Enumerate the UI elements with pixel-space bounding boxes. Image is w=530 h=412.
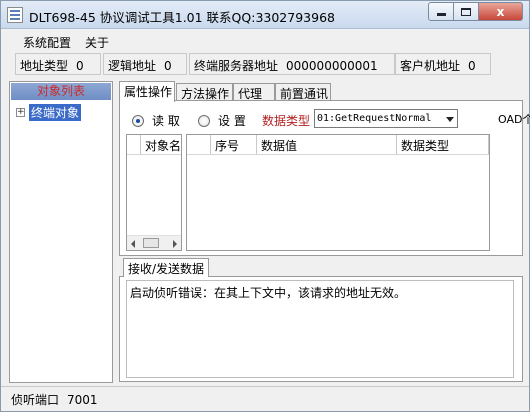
radio-checked-icon	[132, 114, 144, 127]
server-address-field[interactable]: 终端服务器地址 000000000001	[189, 53, 395, 75]
address-info-bar: 地址类型 0 逻辑地址 0 终端服务器地址 000000000001 客户机地址 0	[15, 53, 515, 77]
server-address-value: 000000000001	[286, 59, 378, 73]
scroll-left-icon[interactable]	[131, 240, 135, 248]
set-radio-label: 设 置	[218, 114, 246, 128]
logic-address-label: 逻辑地址	[108, 59, 157, 73]
address-type-label: 地址类型	[20, 59, 69, 73]
data-type-label: 数据类型	[262, 114, 311, 128]
data-type-selected-value: 01:GetRequestNormal	[317, 113, 432, 124]
tree-item-terminal-object[interactable]: + 终端对象	[16, 104, 82, 121]
minimize-icon	[436, 13, 446, 16]
tab-method-operation[interactable]: 方法操作	[176, 83, 233, 101]
window-title: DLT698-45 协议调试工具1.01 联系QQ:3302793968	[29, 10, 335, 25]
tab-proxy[interactable]: 代理	[233, 83, 275, 101]
scroll-right-icon[interactable]	[173, 240, 177, 248]
radio-unchecked-icon	[198, 114, 210, 127]
client-address-label: 客户机地址	[400, 59, 461, 73]
read-radio-label: 读 取	[152, 114, 180, 128]
listen-port-status: 侦听端口 7001	[11, 391, 98, 408]
column-header-data-value[interactable]: 数据值	[257, 135, 397, 155]
maximize-button[interactable]	[454, 2, 479, 21]
tab-receive-send-data[interactable]: 接收/发送数据	[123, 258, 210, 277]
title-bar: DLT698-45 协议调试工具1.01 联系QQ:3302793968 x	[1, 1, 529, 29]
column-header-data-type[interactable]: 数据类型	[397, 135, 489, 155]
close-button[interactable]: x	[479, 2, 523, 21]
column-header-blank	[127, 135, 141, 155]
logic-address-field[interactable]: 逻辑地址 0	[103, 53, 187, 75]
tab-attribute-operation[interactable]: 属性操作	[119, 81, 175, 102]
attribute-operation-panel: 读 取 设 置 数据类型 01:GetRequestNormal OAD个 对象…	[119, 100, 530, 256]
column-header-index[interactable]: 序号	[211, 135, 257, 155]
client-address-value: 0	[468, 59, 476, 73]
logic-address-value: 0	[164, 59, 172, 73]
object-list-header: 对象列表	[11, 83, 111, 100]
attribute-data-grid[interactable]: 序号 数据值 数据类型	[186, 134, 490, 251]
object-name-list[interactable]: 对象名	[126, 134, 182, 251]
oad-count-label: OAD个	[498, 113, 530, 126]
receive-tabs: 接收/发送数据	[119, 258, 523, 277]
client-address-field[interactable]: 客户机地址 0	[395, 53, 491, 75]
status-bar: 侦听端口 7001	[1, 386, 529, 411]
column-header-blank	[187, 135, 211, 155]
tab-front-communication[interactable]: 前置通讯	[275, 83, 331, 101]
set-radio[interactable]: 设 置	[198, 112, 246, 129]
receive-send-panel: 启动侦听错误：在其上下文中，该请求的地址无效。	[119, 276, 523, 382]
read-radio[interactable]: 读 取	[132, 112, 180, 129]
operation-tabs: 属性操作 方法操作 代理 前置通讯	[119, 81, 523, 102]
address-type-value: 0	[76, 59, 84, 73]
column-header-object-name[interactable]: 对象名	[141, 135, 181, 155]
minimize-button[interactable]	[428, 2, 454, 21]
menu-system-config[interactable]: 系统配置	[23, 34, 71, 51]
listen-port-label: 侦听端口	[11, 393, 60, 407]
scroll-thumb[interactable]	[143, 238, 159, 248]
menu-bar: 系统配置 关于	[1, 30, 529, 52]
server-address-label: 终端服务器地址	[194, 59, 279, 73]
main-window: DLT698-45 协议调试工具1.01 联系QQ:3302793968 x 系…	[0, 0, 530, 412]
chevron-down-icon	[446, 117, 454, 122]
address-type-field[interactable]: 地址类型 0	[15, 53, 101, 75]
close-icon: x	[496, 4, 505, 19]
listen-port-value: 7001	[67, 393, 98, 407]
maximize-icon	[461, 7, 471, 16]
horizontal-scrollbar[interactable]	[127, 235, 181, 250]
data-type-select[interactable]: 01:GetRequestNormal	[314, 109, 458, 128]
menu-about[interactable]: 关于	[85, 34, 109, 51]
object-tree-panel: 对象列表 + 终端对象	[9, 81, 113, 383]
expand-icon[interactable]: +	[16, 108, 25, 117]
app-icon	[7, 7, 23, 23]
tree-item-label[interactable]: 终端对象	[29, 104, 82, 121]
receive-send-textarea[interactable]: 启动侦听错误：在其上下文中，该请求的地址无效。	[126, 280, 514, 378]
